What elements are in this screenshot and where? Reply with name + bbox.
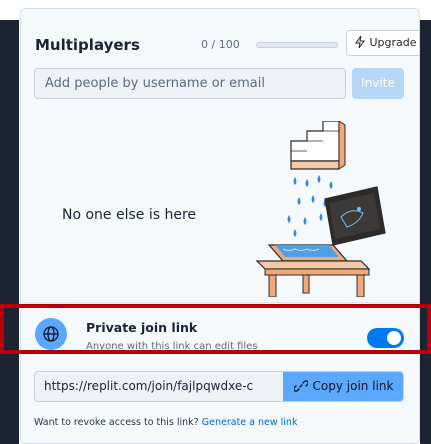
empty-state-text: No one else is here bbox=[62, 207, 197, 223]
flooded-laptop-illustration bbox=[255, 121, 386, 297]
panel-header: Multiplayers 0 / 100 Upgrade bbox=[35, 30, 419, 57]
panel-title: Multiplayers bbox=[35, 36, 140, 54]
revoke-question: Want to revoke access to this link? bbox=[34, 417, 199, 428]
private-link-subtitle: Anyone with this link can edit files bbox=[86, 341, 258, 352]
upgrade-label: Upgrade bbox=[369, 36, 417, 49]
private-link-title: Private join link bbox=[86, 320, 198, 335]
member-progress-bar bbox=[256, 42, 338, 48]
copy-join-link-button[interactable]: Copy join link bbox=[283, 372, 403, 401]
background-left bbox=[0, 20, 19, 444]
background-right bbox=[420, 20, 431, 444]
upgrade-button[interactable]: Upgrade bbox=[346, 30, 419, 56]
member-count: 0 / 100 bbox=[201, 38, 240, 51]
add-people-input[interactable]: Add people by username or email bbox=[34, 68, 346, 99]
invite-button[interactable]: Invite bbox=[352, 68, 404, 99]
private-link-toggle[interactable] bbox=[367, 328, 404, 348]
link-icon bbox=[292, 380, 309, 392]
globe-icon bbox=[35, 318, 67, 350]
toggle-knob bbox=[387, 331, 401, 345]
private-join-link-row: Private join link Anyone with this link … bbox=[21, 310, 419, 362]
section-divider bbox=[21, 302, 419, 303]
revoke-text: Want to revoke access to this link? Gene… bbox=[34, 417, 297, 428]
join-link-field[interactable]: https://replit.com/join/fajlpqwdxe-c Cop… bbox=[34, 371, 404, 402]
add-people-placeholder: Add people by username or email bbox=[45, 76, 265, 91]
generate-new-link[interactable]: Generate a new link bbox=[202, 417, 298, 428]
lightning-icon bbox=[355, 35, 366, 49]
multiplayers-panel: Multiplayers 0 / 100 Upgrade Add people … bbox=[20, 8, 420, 444]
copy-join-link-label: Copy join link bbox=[312, 379, 394, 393]
join-link-url[interactable]: https://replit.com/join/fajlpqwdxe-c bbox=[44, 372, 282, 401]
